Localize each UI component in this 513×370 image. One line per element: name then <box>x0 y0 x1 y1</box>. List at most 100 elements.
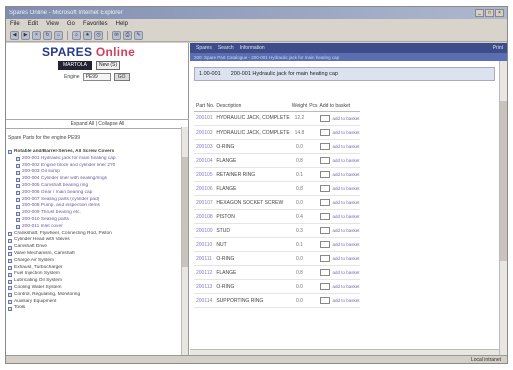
tree-item[interactable]: Charge Air System <box>8 258 178 265</box>
add-to-basket-link[interactable]: add to basket <box>333 284 360 289</box>
quantity-input[interactable] <box>319 156 330 164</box>
quantity-input[interactable] <box>319 128 330 136</box>
tree-item[interactable]: 200-002 Engine block and cylinder liner … <box>8 163 178 170</box>
add-to-basket-link[interactable]: add to basket <box>333 256 360 261</box>
add-to-basket-link[interactable]: add to basket <box>333 144 360 149</box>
tree-item[interactable]: 200-009 Thrust bearing etc. <box>8 210 178 217</box>
part-number-link[interactable]: 200107 <box>194 195 215 210</box>
part-number-link[interactable]: 200114 <box>194 293 215 308</box>
menu-item[interactable]: Favorites <box>83 21 108 27</box>
menu-item[interactable]: File <box>10 21 20 27</box>
add-to-basket-link[interactable]: add to basket <box>333 228 360 233</box>
nav-link[interactable]: Search <box>218 45 234 51</box>
tree-item[interactable]: Control, Regulating, Monitoring <box>8 292 178 299</box>
add-to-basket-link[interactable]: add to basket <box>333 116 360 121</box>
tree-item[interactable]: 200-008 Pump, and inspection items <box>8 203 178 210</box>
brand-select[interactable]: MARTOLA <box>58 61 92 70</box>
tree-item[interactable]: Rotable and/Barrel-Series, All Screw Cov… <box>8 149 178 156</box>
menu-item[interactable]: Edit <box>28 21 38 27</box>
quantity-input[interactable] <box>319 254 330 262</box>
part-number-link[interactable]: 200103 <box>194 139 215 154</box>
tree-item[interactable]: Cylinder Head with Valves <box>8 237 178 244</box>
add-to-basket-link[interactable]: add to basket <box>333 270 360 275</box>
tree-item[interactable]: Cooling Water System <box>8 285 178 292</box>
menu-item[interactable]: Go <box>67 21 75 27</box>
quantity-input[interactable] <box>319 170 330 178</box>
back-icon[interactable]: ◀ <box>10 30 19 40</box>
engine-select[interactable]: PE99 <box>82 73 111 81</box>
tree-item[interactable]: 200-005 Camshaft bearing ring <box>8 183 178 190</box>
nav-link[interactable]: Spares <box>196 45 212 51</box>
tree-item[interactable]: Crankshaft, Flywheel, Connecting Rod, Pi… <box>8 231 178 238</box>
print-icon[interactable]: ⎙ <box>123 30 132 40</box>
add-to-basket-link[interactable]: add to basket <box>333 130 360 135</box>
scroll-thumb[interactable] <box>182 157 188 267</box>
tree-item[interactable]: 200-010 Sealing parts <box>8 217 178 224</box>
tree-item[interactable]: Camshaft Drive <box>8 244 178 251</box>
go-button[interactable]: GO <box>113 73 130 81</box>
quantity-input[interactable] <box>319 296 330 304</box>
add-to-basket-link[interactable]: add to basket <box>333 172 360 177</box>
refresh-icon[interactable]: ↻ <box>43 30 52 40</box>
tree-item[interactable]: 200-004 Cylinder liner with sealing/ring… <box>8 176 178 183</box>
quantity-input[interactable] <box>319 282 330 290</box>
add-to-basket-link[interactable]: add to basket <box>333 242 360 247</box>
part-number-link[interactable]: 200110 <box>194 237 215 252</box>
tree-item[interactable]: 200-007 Sealing parts (cylinder pad) <box>8 197 178 204</box>
scroll-thumb[interactable] <box>500 101 507 261</box>
quantity-input[interactable] <box>319 114 330 122</box>
add-to-basket-link[interactable]: add to basket <box>333 200 360 205</box>
part-number-link[interactable]: 200112 <box>194 265 215 280</box>
part-number-link[interactable]: 200113 <box>194 279 215 294</box>
tree-item[interactable]: Lubricating Oil System <box>8 278 178 285</box>
part-number-link[interactable]: 200102 <box>194 125 215 140</box>
menu-item[interactable]: Help <box>116 21 128 27</box>
menu-item[interactable]: View <box>46 21 59 27</box>
part-number-link[interactable]: 200101 <box>194 111 215 126</box>
part-number-link[interactable]: 200109 <box>194 223 215 238</box>
part-number-link[interactable]: 200104 <box>194 153 215 168</box>
tree-item[interactable]: 200-006 Gear / main bearing cap <box>8 190 178 197</box>
part-number-link[interactable]: 200106 <box>194 181 215 196</box>
minimize-button[interactable]: _ <box>475 9 484 17</box>
tree-item[interactable]: 200-003 Oil sump <box>8 169 178 176</box>
close-button[interactable]: × <box>495 9 504 17</box>
tree-item[interactable]: Fuel Injection System <box>8 271 178 278</box>
tree-item[interactable]: Auxiliary Equipment <box>8 299 178 306</box>
brand-new-button[interactable]: New (S) <box>96 61 120 70</box>
print-link[interactable]: Print <box>493 45 503 51</box>
history-icon[interactable]: ◷ <box>94 30 103 40</box>
maximize-button[interactable]: □ <box>485 9 494 17</box>
add-to-basket-link[interactable]: add to basket <box>333 158 360 163</box>
quantity-input[interactable] <box>319 240 330 248</box>
tree-item[interactable]: Tools <box>8 305 178 312</box>
quantity-input[interactable] <box>319 142 330 150</box>
breadcrumb-text[interactable]: 200: Spare Part Catalogue - 200-001 Hydr… <box>194 55 339 60</box>
edit-icon[interactable]: ✎ <box>134 30 143 40</box>
part-number-link[interactable]: 200105 <box>194 167 215 182</box>
left-scrollbar[interactable] <box>181 127 188 355</box>
tree-item[interactable]: Valve Mechanism, Camshaft <box>8 251 178 258</box>
tree-item[interactable]: 200-011 Inlet cover <box>8 224 178 231</box>
mail-icon[interactable]: ✉ <box>112 30 121 40</box>
favorites-icon[interactable]: ★ <box>83 30 92 40</box>
quantity-input[interactable] <box>319 268 330 276</box>
stop-icon[interactable]: × <box>32 30 41 40</box>
right-scrollbar[interactable] <box>499 61 507 355</box>
quantity-input[interactable] <box>319 212 330 220</box>
part-number-link[interactable]: 200111 <box>194 251 215 266</box>
add-to-basket-link[interactable]: add to basket <box>333 186 360 191</box>
quantity-input[interactable] <box>319 184 330 192</box>
forward-icon[interactable]: ▶ <box>21 30 30 40</box>
quantity-input[interactable] <box>319 198 330 206</box>
expand-collapse-links[interactable]: Expand All | Collapse All <box>6 119 189 129</box>
tree-item[interactable]: Exhaust, Turbocharger <box>8 265 178 272</box>
tree-item[interactable]: 200-001 Hydraulic jack for main heating … <box>8 156 178 163</box>
add-to-basket-link[interactable]: add to basket <box>333 298 360 303</box>
search-icon[interactable]: ⌕ <box>72 30 81 40</box>
quantity-input[interactable] <box>319 226 330 234</box>
add-to-basket-link[interactable]: add to basket <box>333 214 360 219</box>
home-icon[interactable]: ⌂ <box>54 30 63 40</box>
nav-link[interactable]: Information <box>240 45 265 51</box>
part-number-link[interactable]: 200108 <box>194 209 215 224</box>
